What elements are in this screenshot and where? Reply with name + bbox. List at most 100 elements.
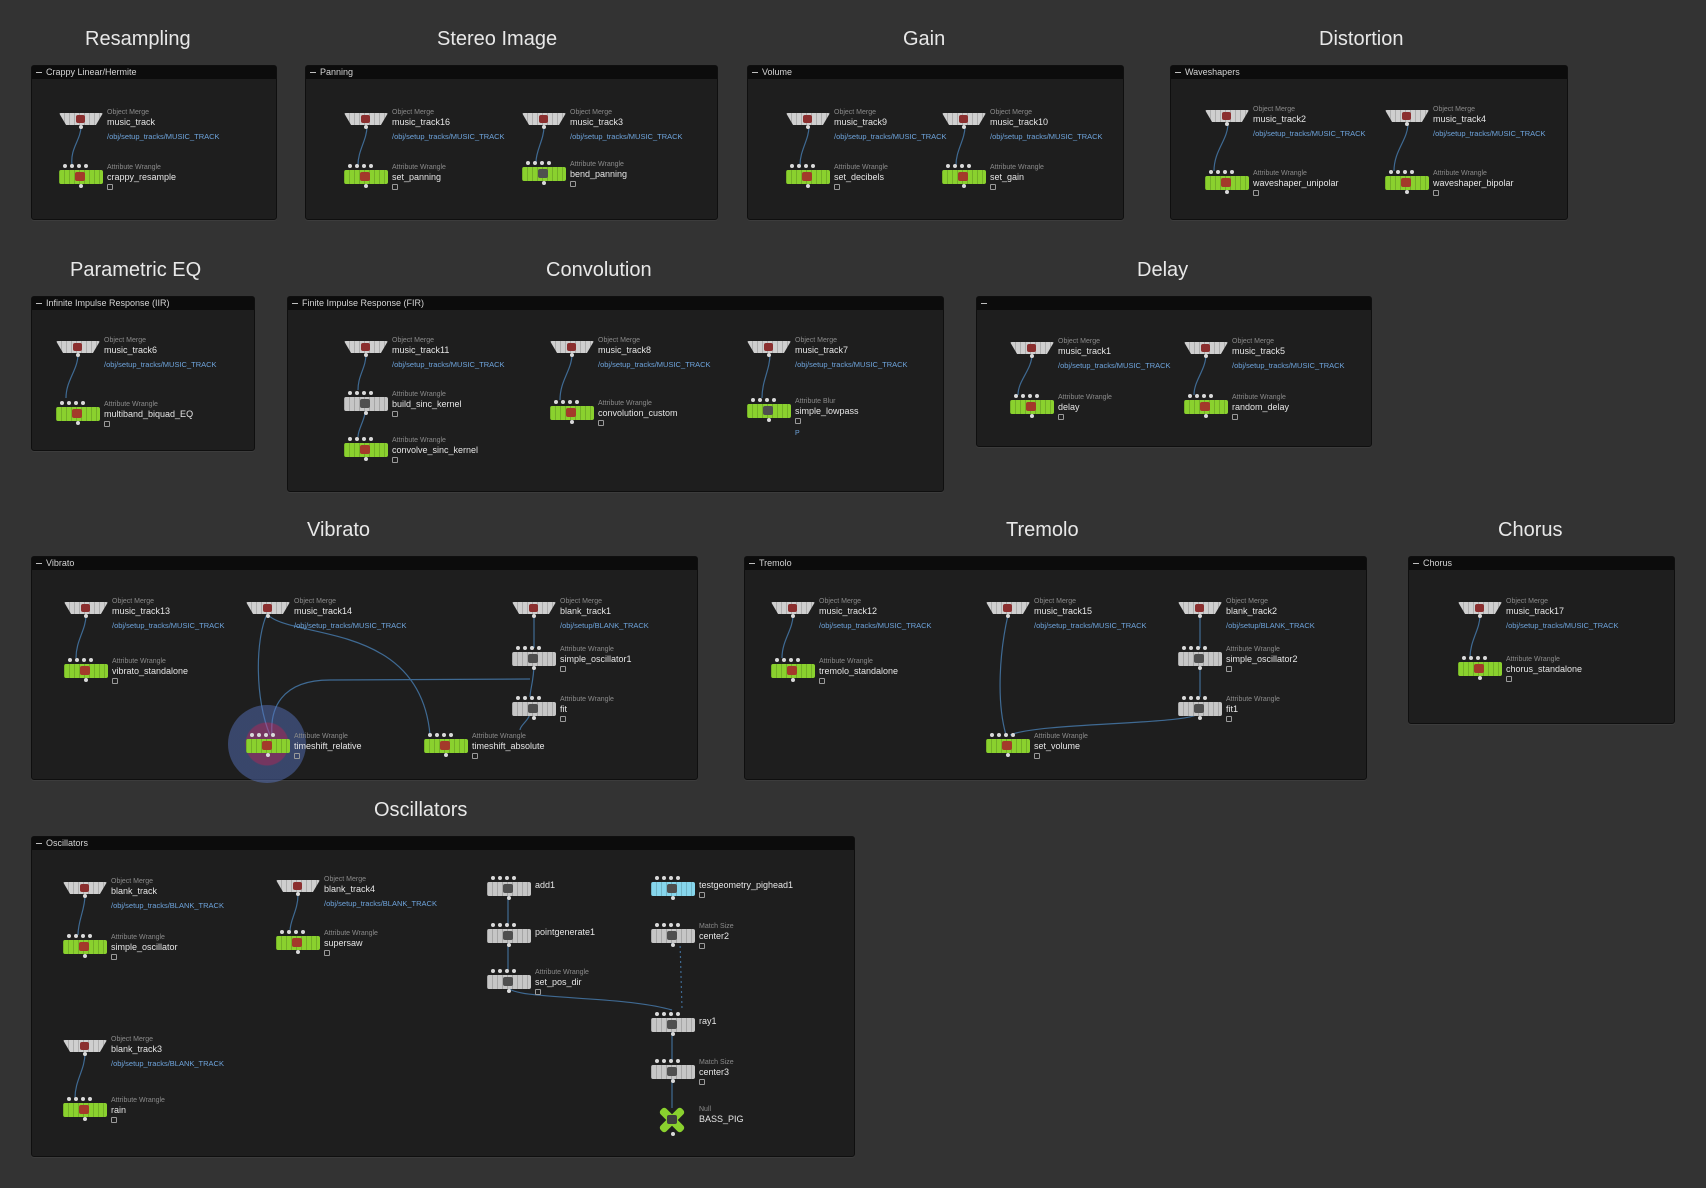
output-connector[interactable]: [1405, 190, 1409, 194]
netbox-header[interactable]: Volume: [748, 66, 1123, 79]
node-name-label[interactable]: blank_track1: [560, 606, 611, 616]
input-connector[interactable]: [669, 1059, 673, 1063]
node-center2[interactable]: Match Size center2: [651, 923, 851, 959]
node-name-label[interactable]: random_delay: [1232, 402, 1289, 412]
input-connector[interactable]: [491, 969, 495, 973]
output-connector[interactable]: [1030, 354, 1034, 358]
collapse-dash-icon[interactable]: [36, 563, 42, 564]
output-connector[interactable]: [364, 457, 368, 461]
output-connector[interactable]: [266, 614, 270, 618]
node-music-track3[interactable]: Object Merge music_track3/obj/setup_track…: [522, 109, 722, 145]
node-name-label[interactable]: testgeometry_pighead1: [699, 880, 793, 890]
input-connector[interactable]: [946, 164, 950, 168]
input-connector[interactable]: [449, 733, 453, 737]
node-rain[interactable]: Attribute Wrangle rain: [63, 1097, 263, 1133]
node-set-gain[interactable]: Attribute Wrangle set_gain: [942, 164, 1142, 200]
output-connector[interactable]: [364, 353, 368, 357]
input-connector[interactable]: [60, 401, 64, 405]
output-connector[interactable]: [79, 184, 83, 188]
input-connector[interactable]: [960, 164, 964, 168]
input-connector[interactable]: [75, 658, 79, 662]
node-name-label[interactable]: add1: [535, 880, 555, 890]
input-connector[interactable]: [74, 1097, 78, 1101]
input-connector[interactable]: [669, 1012, 673, 1016]
input-connector[interactable]: [369, 164, 373, 168]
node-name-label[interactable]: music_track11: [392, 345, 449, 355]
input-connector[interactable]: [362, 391, 366, 395]
input-connector[interactable]: [435, 733, 439, 737]
node-name-label[interactable]: timeshift_relative: [294, 741, 362, 751]
node-name-label[interactable]: crappy_resample: [107, 172, 176, 182]
node-crappy-resample[interactable]: Attribute Wrangle crappy_resample: [59, 164, 259, 200]
output-connector[interactable]: [791, 614, 795, 618]
node-fit[interactable]: Attribute Wrangle fit: [512, 696, 712, 732]
input-connector[interactable]: [362, 164, 366, 168]
input-connector[interactable]: [1011, 733, 1015, 737]
input-connector[interactable]: [74, 401, 78, 405]
input-connector[interactable]: [1028, 394, 1032, 398]
node-set-volume[interactable]: Attribute Wrangle set_volume: [986, 733, 1186, 769]
output-connector[interactable]: [1030, 414, 1034, 418]
output-connector[interactable]: [671, 1079, 675, 1083]
input-connector[interactable]: [280, 930, 284, 934]
input-connector[interactable]: [1195, 394, 1199, 398]
node-name-label[interactable]: music_track9: [834, 117, 887, 127]
input-connector[interactable]: [498, 923, 502, 927]
node-name-label[interactable]: music_track: [107, 117, 155, 127]
input-connector[interactable]: [1196, 646, 1200, 650]
output-connector[interactable]: [84, 614, 88, 618]
output-connector[interactable]: [1225, 122, 1229, 126]
node-set-pos-dir[interactable]: Attribute Wrangle set_pos_dir: [487, 969, 687, 1005]
node-build-sinc-kernel[interactable]: Attribute Wrangle build_sinc_kernel: [344, 391, 544, 427]
input-connector[interactable]: [751, 398, 755, 402]
netbox-header[interactable]: Oscillators: [32, 837, 854, 850]
input-connector[interactable]: [505, 923, 509, 927]
input-connector[interactable]: [81, 934, 85, 938]
node-name-label[interactable]: waveshaper_bipolar: [1433, 178, 1514, 188]
node-timeshift-relative[interactable]: Attribute Wrangle timeshift_relative: [246, 733, 446, 769]
node-name-label[interactable]: blank_track2: [1226, 606, 1277, 616]
input-connector[interactable]: [1403, 170, 1407, 174]
node-name-label[interactable]: waveshaper_unipolar: [1253, 178, 1339, 188]
node-name-label[interactable]: music_track1: [1058, 346, 1111, 356]
output-connector[interactable]: [671, 943, 675, 947]
output-connector[interactable]: [806, 184, 810, 188]
input-connector[interactable]: [797, 164, 801, 168]
node-name-label[interactable]: music_track12: [819, 606, 877, 616]
input-connector[interactable]: [491, 876, 495, 880]
node-name-label[interactable]: music_track10: [990, 117, 1048, 127]
node-blank-track[interactable]: Object Merge blank_track/obj/setup_tracks…: [63, 878, 263, 914]
node-name-label[interactable]: blank_track3: [111, 1044, 162, 1054]
output-connector[interactable]: [570, 420, 574, 424]
node-name-label[interactable]: ray1: [699, 1016, 717, 1026]
node-blank-track2[interactable]: Object Merge blank_track2/obj/setup/BLANK…: [1178, 598, 1378, 634]
input-connector[interactable]: [512, 969, 516, 973]
input-connector[interactable]: [1203, 696, 1207, 700]
input-connector[interactable]: [1021, 394, 1025, 398]
output-connector[interactable]: [671, 1032, 675, 1036]
node-name-label[interactable]: fit: [560, 704, 567, 714]
input-connector[interactable]: [796, 658, 800, 662]
input-connector[interactable]: [772, 398, 776, 402]
input-connector[interactable]: [491, 923, 495, 927]
input-connector[interactable]: [811, 164, 815, 168]
netbox-header[interactable]: Infinite Impulse Response (IIR): [32, 297, 254, 310]
output-connector[interactable]: [364, 125, 368, 129]
input-connector[interactable]: [301, 930, 305, 934]
node-name-label[interactable]: simple_oscillator: [111, 942, 178, 952]
collapse-dash-icon[interactable]: [1413, 563, 1419, 564]
output-connector[interactable]: [84, 678, 88, 682]
output-connector[interactable]: [83, 1052, 87, 1056]
netbox-header[interactable]: Vibrato: [32, 557, 697, 570]
input-connector[interactable]: [1203, 646, 1207, 650]
node-name-label[interactable]: set_panning: [392, 172, 441, 182]
node-testgeometry-pighead1[interactable]: testgeometry_pighead1: [651, 876, 851, 912]
collapse-dash-icon[interactable]: [292, 303, 298, 304]
input-connector[interactable]: [1216, 170, 1220, 174]
node-name-label[interactable]: build_sinc_kernel: [392, 399, 462, 409]
input-connector[interactable]: [655, 876, 659, 880]
node-name-label[interactable]: blank_track: [111, 886, 157, 896]
node-name-label[interactable]: convolve_sinc_kernel: [392, 445, 478, 455]
input-connector[interactable]: [662, 923, 666, 927]
input-connector[interactable]: [1389, 170, 1393, 174]
